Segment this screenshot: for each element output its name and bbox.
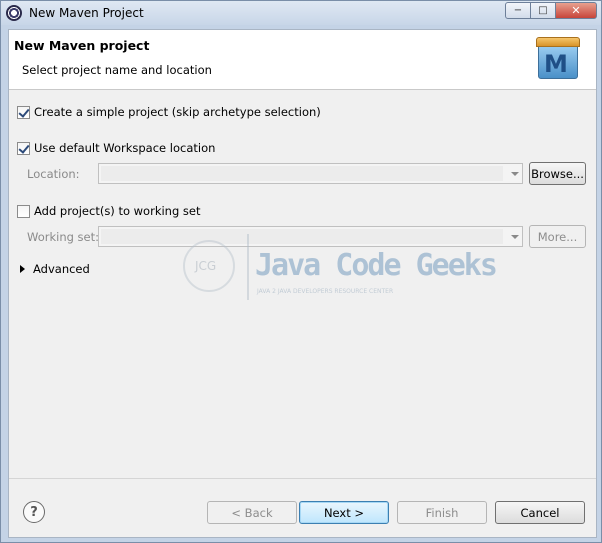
- default-workspace-label: Use default Workspace location: [34, 141, 216, 155]
- maven-project-dialog: New Maven Project − □ ✕ New Maven projec…: [0, 0, 602, 543]
- advanced-label: Advanced: [33, 262, 90, 276]
- location-label: Location:: [27, 167, 80, 181]
- close-button[interactable]: ✕: [555, 2, 597, 19]
- minimize-button[interactable]: −: [505, 2, 531, 19]
- working-set-option-label: Add project(s) to working set: [34, 204, 201, 218]
- watermark-subtitle: JAVA 2 JAVA DEVELOPERS RESOURCE CENTER: [257, 288, 394, 295]
- cancel-button[interactable]: Cancel: [495, 501, 585, 524]
- watermark-badge: JCG: [195, 259, 217, 273]
- chevron-down-icon: [511, 172, 519, 176]
- finish-button: Finish: [397, 501, 487, 524]
- page-description: Select project name and location: [22, 63, 212, 77]
- logo-lid: [536, 37, 580, 47]
- dialog-body: New Maven project Select project name an…: [8, 29, 597, 538]
- more-button: More...: [529, 225, 586, 248]
- default-workspace-checkbox[interactable]: [17, 141, 30, 155]
- working-set-checkbox[interactable]: [17, 204, 30, 218]
- working-set-label: Working set:: [27, 230, 100, 244]
- next-button[interactable]: Next >: [299, 501, 389, 524]
- location-input: [101, 166, 503, 181]
- expand-triangle-icon[interactable]: [20, 265, 25, 273]
- browse-button[interactable]: Browse...: [529, 162, 586, 185]
- default-workspace-option[interactable]: Use default Workspace location: [17, 141, 215, 155]
- simple-project-label: Create a simple project (skip archetype …: [34, 105, 321, 119]
- footer-divider: [9, 478, 596, 479]
- wizard-header: New Maven project Select project name an…: [9, 30, 596, 90]
- advanced-section[interactable]: Advanced: [20, 262, 90, 276]
- title-bar[interactable]: New Maven Project − □ ✕: [1, 1, 601, 25]
- eclipse-icon: [6, 5, 22, 21]
- window-title: New Maven Project: [29, 6, 144, 20]
- watermark-title: Java Code Geeks: [255, 248, 498, 283]
- maximize-button[interactable]: □: [530, 2, 556, 19]
- watermark-divider: [247, 234, 249, 300]
- watermark: JCG Java Code Geeks JAVA 2 JAVA DEVELOPE…: [183, 234, 498, 304]
- simple-project-option[interactable]: Create a simple project (skip archetype …: [17, 105, 321, 119]
- location-combo: [98, 163, 523, 184]
- working-set-option[interactable]: Add project(s) to working set: [17, 204, 201, 218]
- window-controls: − □ ✕: [505, 2, 597, 19]
- chevron-down-icon: [511, 235, 519, 239]
- help-icon[interactable]: ?: [23, 501, 45, 523]
- maven-logo-icon: M: [536, 37, 582, 81]
- logo-letter: M: [544, 50, 568, 78]
- back-button: < Back: [207, 501, 297, 524]
- simple-project-checkbox[interactable]: [17, 105, 30, 119]
- page-title: New Maven project: [14, 38, 150, 53]
